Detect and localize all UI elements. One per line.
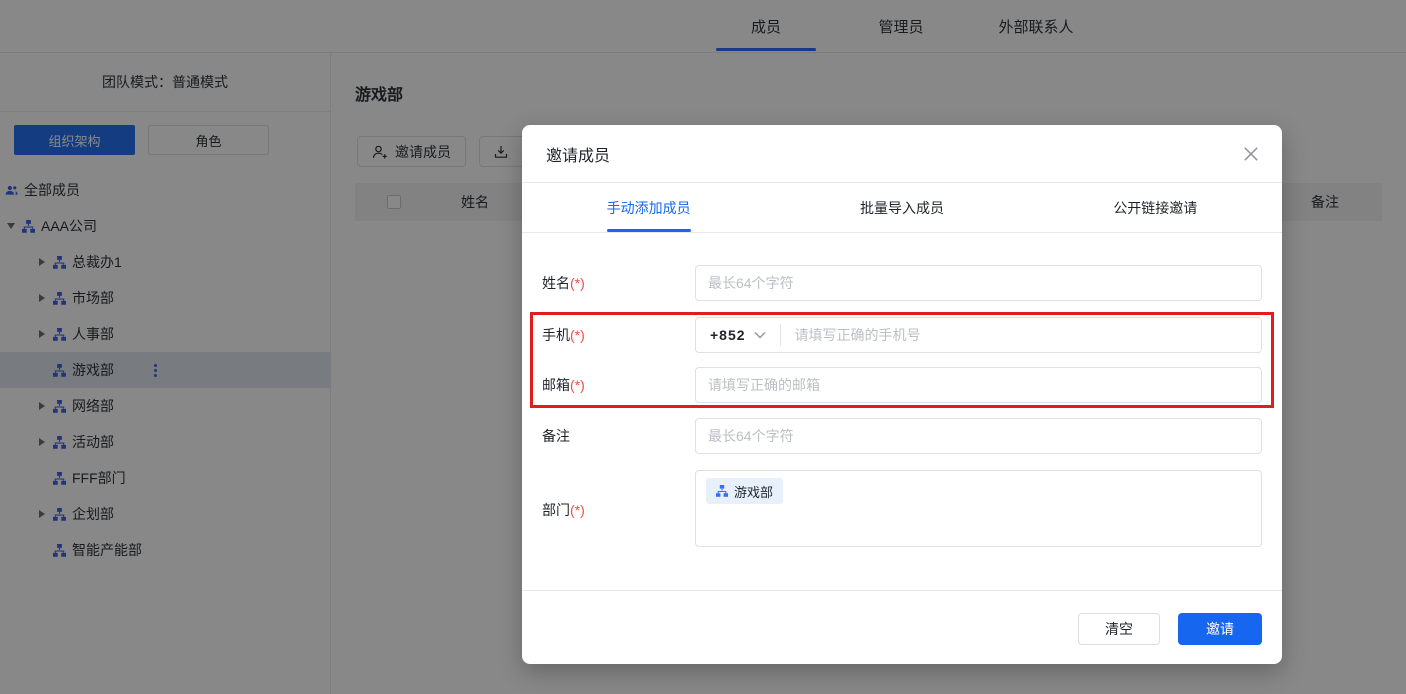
remark-input[interactable]	[695, 418, 1262, 454]
email-label: 邮箱(*)	[542, 377, 585, 393]
department-chip[interactable]: 游戏部	[706, 478, 784, 504]
tab-batch-import[interactable]: 批量导入成员	[775, 184, 1028, 232]
field-row-email: 邮箱(*)	[542, 367, 1262, 403]
email-input[interactable]	[695, 367, 1262, 403]
org-icon	[716, 485, 728, 497]
required-mark: (*)	[570, 327, 585, 343]
name-label: 姓名(*)	[542, 275, 585, 291]
department-picker[interactable]: 游戏部	[695, 470, 1262, 547]
field-row-phone: 手机(*) +852	[542, 317, 1262, 353]
tab-public-link-label: 公开链接邀请	[1113, 200, 1198, 216]
clear-button[interactable]: 清空	[1078, 613, 1160, 645]
required-mark: (*)	[570, 502, 585, 518]
modal-title: 邀请成员	[546, 147, 611, 165]
department-label: 部门(*)	[542, 502, 585, 518]
field-row-name: 姓名(*)	[542, 265, 1262, 301]
modal-header: 邀请成员	[522, 125, 1282, 183]
required-mark: (*)	[570, 377, 585, 393]
field-row-department: 部门(*) 游戏部	[542, 470, 1262, 547]
tab-manual-add-label: 手动添加成员	[606, 200, 691, 216]
tab-public-link[interactable]: 公开链接邀请	[1029, 184, 1282, 232]
modal-tabs: 手动添加成员 批量导入成员 公开链接邀请	[522, 184, 1282, 233]
invite-submit-button[interactable]: 邀请	[1178, 613, 1262, 645]
invite-member-modal: 邀请成员 手动添加成员 批量导入成员 公开链接邀请 姓名(*) 手机(*) +8…	[522, 125, 1282, 664]
tab-batch-import-label: 批量导入成员	[859, 200, 944, 216]
required-mark: (*)	[570, 275, 585, 291]
phone-input-group: +852	[695, 317, 1262, 353]
divider	[779, 324, 781, 346]
phone-input[interactable]	[794, 319, 1261, 351]
name-input[interactable]	[695, 265, 1262, 301]
phone-label: 手机(*)	[542, 327, 585, 343]
footer-divider	[522, 590, 1282, 591]
field-row-remark: 备注	[542, 418, 1262, 454]
country-code-select[interactable]: +852	[710, 327, 746, 343]
close-icon[interactable]	[1242, 145, 1260, 163]
remark-label: 备注	[542, 428, 570, 444]
department-chip-label: 游戏部	[734, 484, 774, 500]
chevron-down-icon[interactable]	[754, 331, 766, 339]
active-tab-underline	[606, 229, 691, 232]
tab-manual-add[interactable]: 手动添加成员	[522, 184, 775, 232]
